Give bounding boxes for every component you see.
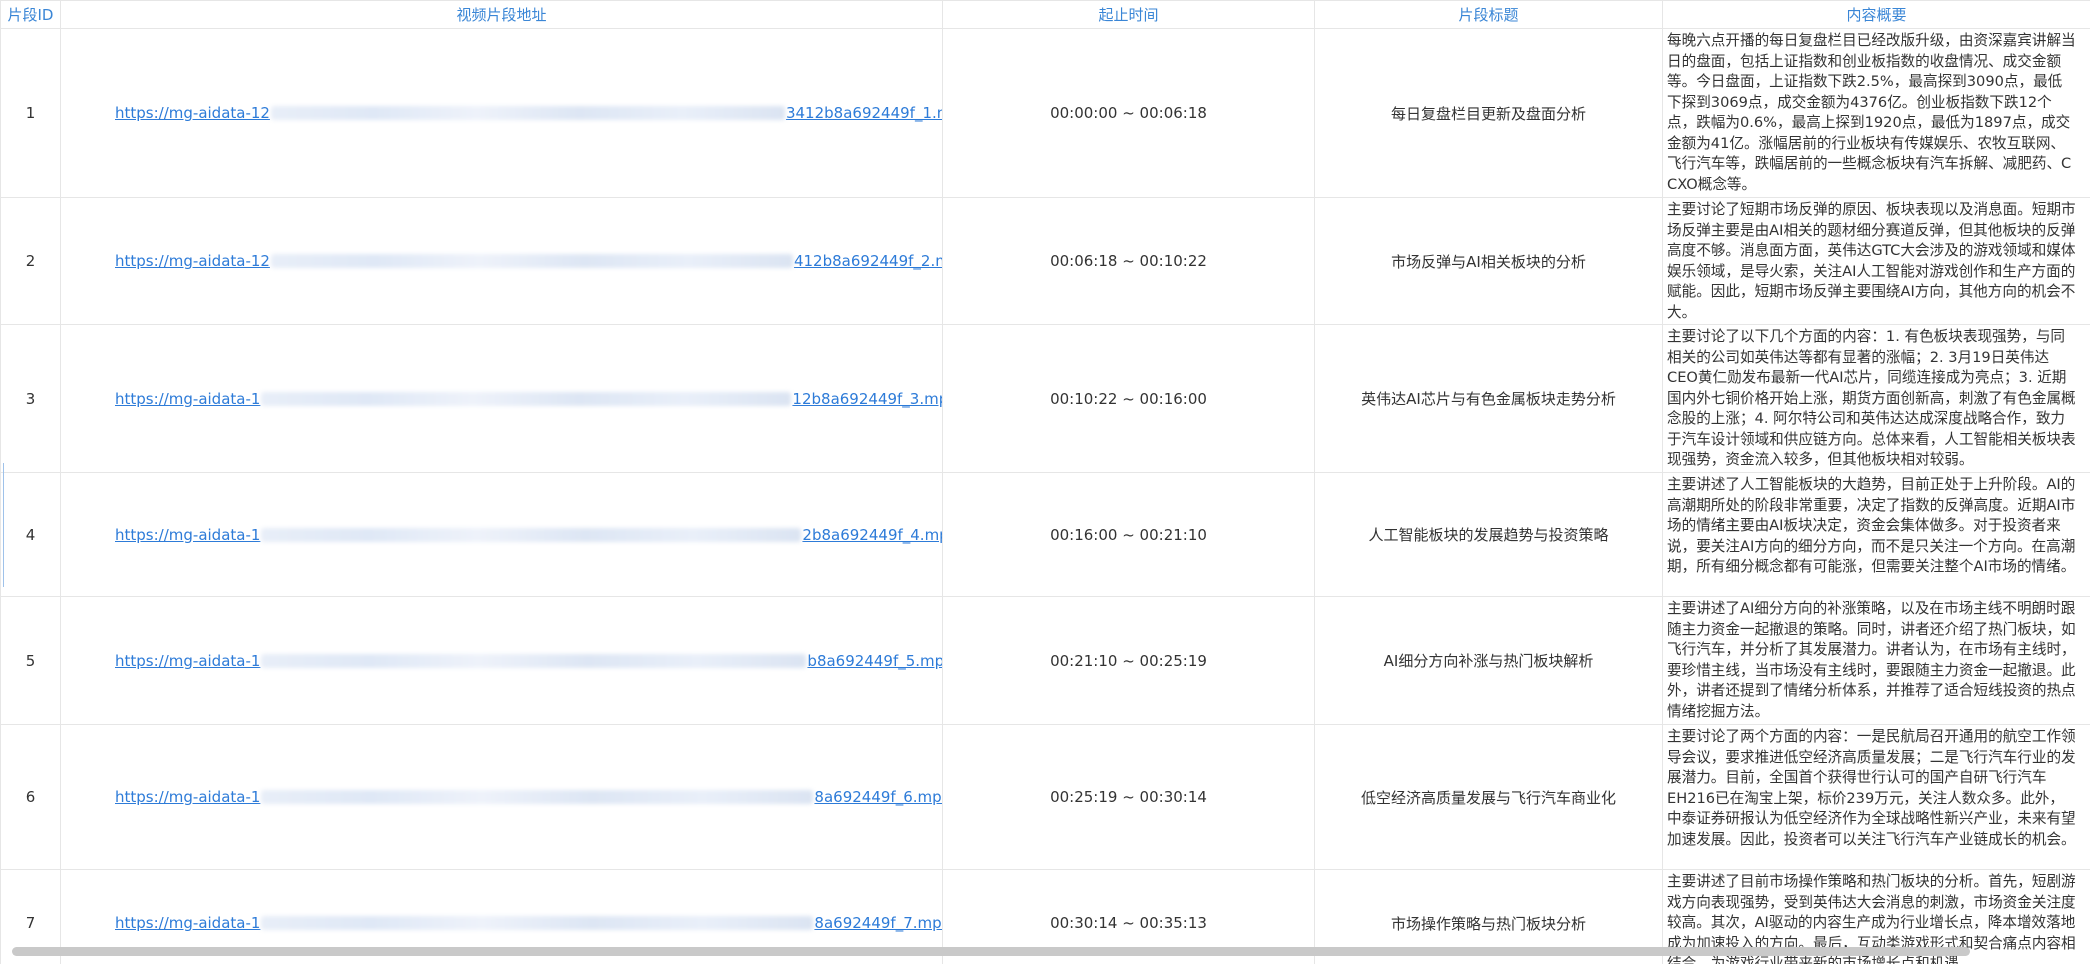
table-row: 4 https://mg-aidata-1 2b8a692449f_4.mp4 0… [0,472,2090,597]
time-range-cell: 00:10:22 ~ 00:16:00 [942,324,1315,473]
url-visible-prefix: https://mg-aidata-1 [115,914,261,932]
redacted-url-blur [261,653,807,668]
video-url-link[interactable]: https://mg-aidata-12 412b8a692449f_2.mp4 [115,252,942,270]
time-range-cell: 00:06:18 ~ 00:10:22 [942,197,1315,325]
row-focus-indicator [3,463,4,587]
redacted-url-blur [270,254,793,268]
video-url-link[interactable]: https://mg-aidata-1 12b8a692449f_3.mp4 [115,389,943,408]
segment-table: 片段ID 视频片段地址 起止时间 片段标题 内容概要 1 https://mg-… [0,0,2090,964]
horizontal-scrollbar[interactable] [12,947,1970,956]
time-range-cell: 00:21:10 ~ 00:25:19 [942,596,1315,725]
url-visible-suffix: 3412b8a692449f_1.mp4 [785,104,942,122]
column-header-summary[interactable]: 内容概要 [1662,0,2090,29]
summary-text: 主要讲述了人工智能板块的大趋势，目前正处于上升阶段。AI的高潮期所处的阶段非常重… [1667,476,2076,575]
summary-text: 每晚六点开播的每日复盘栏目已经改版升级，由资深嘉宾讲解当日的盘面，包括上证指数和… [1667,32,2076,193]
segment-title-cell: 人工智能板块的发展趋势与投资策略 [1314,472,1663,597]
redacted-url-blur [261,790,814,804]
segment-id-cell: 1 [0,28,61,198]
url-visible-suffix: 8a692449f_6.mp4 [814,788,943,806]
url-visible-prefix: https://mg-aidata-12 [115,104,270,122]
video-url-cell: https://mg-aidata-1 b8a692449f_5.mp4 [60,596,943,725]
segment-id-cell: 5 [0,596,61,725]
summary-cell: 主要讨论了短期市场反弹的原因、板块表现以及消息面。短期市场反弹主要是由AI相关的… [1662,197,2090,325]
url-visible-suffix: 2b8a692449f_4.mp4 [802,525,941,544]
video-url-link[interactable]: https://mg-aidata-1 2b8a692449f_4.mp4 [115,525,942,544]
segment-id-cell: 2 [0,197,61,325]
video-url-cell: https://mg-aidata-1 8a692449f_6.mp4 [60,724,943,870]
table-row: 1 https://mg-aidata-12 3412b8a692449f_1.m… [0,28,2090,198]
video-url-cell: https://mg-aidata-1 2b8a692449f_4.mp4 [60,472,943,597]
time-range-cell: 00:00:00 ~ 00:06:18 [942,28,1315,198]
summary-text: 主要讨论了短期市场反弹的原因、板块表现以及消息面。短期市场反弹主要是由AI相关的… [1667,201,2076,321]
url-visible-prefix: https://mg-aidata-1 [115,389,261,408]
summary-cell: 主要讲述了人工智能板块的大趋势，目前正处于上升阶段。AI的高潮期所处的阶段非常重… [1662,472,2090,597]
url-visible-suffix: 412b8a692449f_2.mp4 [793,252,942,270]
column-header-video-url[interactable]: 视频片段地址 [60,0,943,29]
redacted-url-blur [261,391,792,406]
segment-title-cell: 低空经济高质量发展与飞行汽车商业化 [1314,724,1663,870]
segment-title-cell: AI细分方向补涨与热门板块解析 [1314,596,1663,725]
column-header-time-range[interactable]: 起止时间 [942,0,1315,29]
video-url-link[interactable]: https://mg-aidata-1 8a692449f_7.mp4 [115,914,943,932]
segment-id-cell: 6 [0,724,61,870]
url-visible-prefix: https://mg-aidata-1 [115,788,261,806]
video-url-link[interactable]: https://mg-aidata-1 8a692449f_6.mp4 [115,788,943,806]
time-range-cell: 00:25:19 ~ 00:30:14 [942,724,1315,870]
summary-cell: 每晚六点开播的每日复盘栏目已经改版升级，由资深嘉宾讲解当日的盘面，包括上证指数和… [1662,28,2090,198]
table-row: 5 https://mg-aidata-1 b8a692449f_5.mp4 00… [0,596,2090,725]
summary-text: 主要讲述了AI细分方向的补涨策略，以及在市场主线不明朗时跟随主力资金一起撤退的策… [1667,600,2076,720]
redacted-url-blur [261,527,802,542]
time-range-cell: 00:16:00 ~ 00:21:10 [942,472,1315,597]
url-visible-prefix: https://mg-aidata-12 [115,252,270,270]
column-header-segment-id[interactable]: 片段ID [0,0,61,29]
video-url-cell: https://mg-aidata-1 12b8a692449f_3.mp4 [60,324,943,473]
url-visible-suffix: 12b8a692449f_3.mp4 [792,389,943,408]
redacted-url-blur [270,106,785,120]
url-visible-prefix: https://mg-aidata-1 [115,651,261,670]
url-visible-prefix: https://mg-aidata-1 [115,525,261,544]
video-url-link[interactable]: https://mg-aidata-1 b8a692449f_5.mp4 [115,651,943,670]
url-visible-suffix: 8a692449f_7.mp4 [814,914,943,932]
table-row: 6 https://mg-aidata-1 8a692449f_6.mp4 00:… [0,724,2090,870]
summary-text: 主要讨论了以下几个方面的内容：1. 有色板块表现强势，与同相关的公司如英伟达等都… [1667,328,2076,468]
table-header-row: 片段ID 视频片段地址 起止时间 片段标题 内容概要 [0,0,2090,29]
summary-text: 主要讨论了两个方面的内容：一是民航局召开通用的航空工作领导会议，要求推进低空经济… [1667,728,2076,848]
segment-title-cell: 每日复盘栏目更新及盘面分析 [1314,28,1663,198]
table-row: 2 https://mg-aidata-12 412b8a692449f_2.mp… [0,197,2090,325]
segment-id-cell: 4 [0,472,61,597]
video-url-cell: https://mg-aidata-12 3412b8a692449f_1.mp4 [60,28,943,198]
segment-title-cell: 市场反弹与AI相关板块的分析 [1314,197,1663,325]
summary-cell: 主要讨论了以下几个方面的内容：1. 有色板块表现强势，与同相关的公司如英伟达等都… [1662,324,2090,473]
segment-table-container: 片段ID 视频片段地址 起止时间 片段标题 内容概要 1 https://mg-… [0,0,2090,964]
summary-cell: 主要讲述了AI细分方向的补涨策略，以及在市场主线不明朗时跟随主力资金一起撤退的策… [1662,596,2090,725]
video-url-cell: https://mg-aidata-12 412b8a692449f_2.mp4 [60,197,943,325]
table-row: 3 https://mg-aidata-1 12b8a692449f_3.mp4 … [0,324,2090,473]
url-visible-suffix: b8a692449f_5.mp4 [807,651,943,670]
summary-cell: 主要讨论了两个方面的内容：一是民航局召开通用的航空工作领导会议，要求推进低空经济… [1662,724,2090,870]
segment-title-cell: 英伟达AI芯片与有色金属板块走势分析 [1314,324,1663,473]
video-url-link[interactable]: https://mg-aidata-12 3412b8a692449f_1.mp4 [115,104,942,122]
segment-id-cell: 3 [0,324,61,473]
redacted-url-blur [261,916,814,930]
column-header-segment-title[interactable]: 片段标题 [1314,0,1663,29]
